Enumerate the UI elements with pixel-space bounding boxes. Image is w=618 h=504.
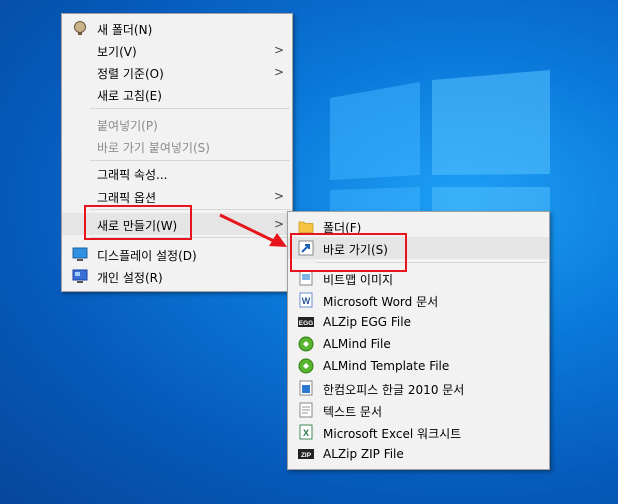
- menu-item-paste-shortcut[interactable]: 바로 가기 붙여넣기(S): [62, 135, 292, 157]
- menu-separator: [90, 209, 290, 210]
- menu-item-label: 보기(V): [97, 45, 137, 59]
- submenu-item-almind-template[interactable]: ALMind Template File: [288, 355, 549, 377]
- menu-item-label: 비트맵 이미지: [323, 273, 394, 287]
- menu-item-label: 붙여넣기(P): [97, 119, 158, 133]
- personalize-icon: [72, 269, 88, 283]
- menu-item-display-settings[interactable]: 디스플레이 설정(D): [62, 243, 292, 265]
- hwp-doc-icon: [299, 380, 313, 396]
- menu-item-new[interactable]: 새로 만들기(W) >: [62, 213, 292, 235]
- submenu-item-word-doc[interactable]: W Microsoft Word 문서: [288, 289, 549, 311]
- menu-item-label: 텍스트 문서: [323, 405, 383, 419]
- menu-item-label: 새로 만들기(W): [97, 219, 178, 233]
- submenu-item-alzip-zip[interactable]: ZIP ALZip ZIP File: [288, 443, 549, 465]
- menu-item-label: 바로 가기(S): [323, 243, 388, 257]
- text-doc-icon: [299, 402, 313, 418]
- menu-item-label: 개인 설정(R): [97, 271, 163, 285]
- bitmap-icon: [299, 270, 313, 286]
- menu-item-label: 디스플레이 설정(D): [97, 249, 197, 263]
- menu-item-paste[interactable]: 붙여넣기(P): [62, 113, 292, 135]
- menu-separator: [90, 108, 290, 109]
- chevron-right-icon: >: [273, 189, 284, 203]
- folder-icon: [298, 221, 314, 233]
- menu-item-label: 바로 가기 붙여넣기(S): [97, 141, 210, 155]
- submenu-item-excel-sheet[interactable]: X Microsoft Excel 워크시트: [288, 421, 549, 443]
- menu-item-label: 새 폴더(N): [97, 23, 153, 37]
- submenu-item-bitmap[interactable]: 비트맵 이미지: [288, 267, 549, 289]
- menu-item-new-folder[interactable]: 새 폴더(N): [62, 17, 292, 39]
- new-submenu: 폴더(F) 바로 가기(S) 비트맵 이미지 W Microsoft Word …: [287, 211, 550, 470]
- egg-icon-text: EGG: [299, 320, 313, 327]
- menu-item-personalize[interactable]: 개인 설정(R): [62, 265, 292, 287]
- menu-item-label: ALZip EGG File: [323, 315, 411, 329]
- menu-item-label: 그래픽 옵션: [97, 191, 157, 205]
- menu-item-label: ALZip ZIP File: [323, 447, 404, 461]
- excel-icon-letter: X: [303, 428, 309, 438]
- menu-separator: [90, 160, 290, 161]
- menu-item-label: ALMind File: [323, 337, 391, 351]
- alzip-egg-icon: EGG: [298, 317, 314, 327]
- menu-item-label: 그래픽 속성...: [97, 168, 168, 182]
- submenu-item-folder[interactable]: 폴더(F): [288, 215, 549, 237]
- word-doc-icon: W: [299, 292, 313, 308]
- submenu-item-text-doc[interactable]: 텍스트 문서: [288, 399, 549, 421]
- display-settings-icon: [72, 247, 88, 261]
- zip-icon-text: ZIP: [301, 452, 312, 459]
- menu-item-refresh[interactable]: 새로 고침(E): [62, 83, 292, 105]
- submenu-item-alzip-egg[interactable]: EGG ALZip EGG File: [288, 311, 549, 333]
- menu-item-label: 정렬 기준(O): [97, 67, 164, 81]
- menu-item-graphics-properties[interactable]: 그래픽 속성...: [62, 162, 292, 184]
- menu-separator: [90, 237, 290, 238]
- menu-item-view[interactable]: 보기(V) >: [62, 39, 292, 61]
- menu-item-graphics-options[interactable]: 그래픽 옵션 >: [62, 185, 292, 207]
- menu-item-sort-by[interactable]: 정렬 기준(O) >: [62, 61, 292, 83]
- almind-template-icon: [298, 358, 314, 374]
- chevron-right-icon: >: [273, 43, 284, 57]
- chevron-right-icon: >: [273, 65, 284, 79]
- submenu-item-hwp-doc[interactable]: 한컴오피스 한글 2010 문서: [288, 377, 549, 399]
- desktop-context-menu: 새 폴더(N) 보기(V) > 정렬 기준(O) > 새로 고침(E) 붙여넣기…: [61, 13, 293, 292]
- menu-separator: [316, 262, 547, 263]
- word-icon-letter: W: [302, 296, 311, 306]
- submenu-item-almind[interactable]: ALMind File: [288, 333, 549, 355]
- menu-item-label: Microsoft Excel 워크시트: [323, 427, 462, 441]
- new-folder-icon: [74, 21, 86, 35]
- menu-item-label: Microsoft Word 문서: [323, 295, 439, 309]
- chevron-right-icon: >: [273, 217, 284, 231]
- menu-item-label: 새로 고침(E): [97, 89, 162, 103]
- alzip-zip-icon: ZIP: [298, 449, 314, 459]
- menu-item-label: 한컴오피스 한글 2010 문서: [323, 383, 465, 397]
- menu-item-label: 폴더(F): [323, 221, 362, 235]
- submenu-item-shortcut[interactable]: 바로 가기(S): [288, 237, 549, 259]
- menu-item-label: ALMind Template File: [323, 359, 450, 373]
- excel-sheet-icon: X: [299, 424, 313, 440]
- almind-icon: [298, 336, 314, 352]
- shortcut-icon: [298, 240, 314, 256]
